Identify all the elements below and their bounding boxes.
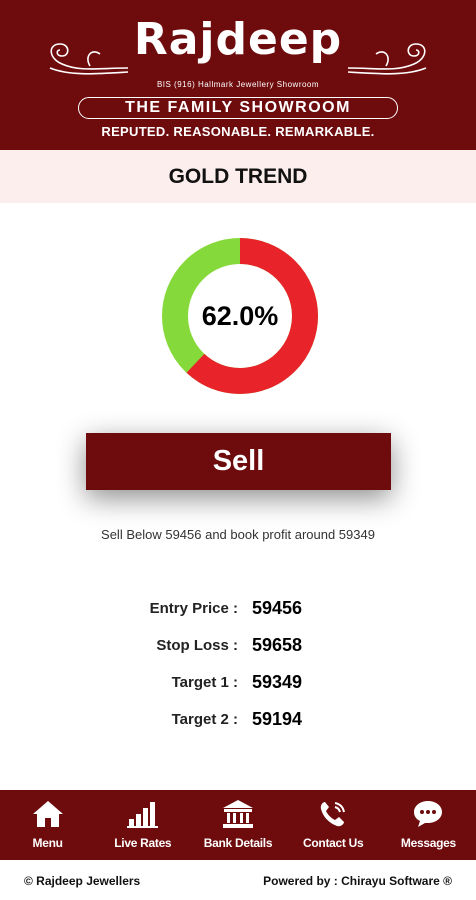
nav-item-live-rates[interactable]: Live Rates: [95, 790, 190, 860]
home-icon: [32, 801, 63, 827]
copyright-text: © Rajdeep Jewellers: [24, 874, 141, 888]
bis-hallmark-line: BIS (916) Hallmark Jewellery Showroom: [156, 80, 320, 89]
trade-advice-text: Sell Below 59456 and book profit around …: [101, 527, 375, 542]
level-label: Target 1 :: [171, 674, 238, 691]
level-row-target-1: Target 1 : 59349: [0, 670, 476, 707]
bar-chart-icon: [126, 802, 158, 828]
brand-logo-text: Rajdeep: [133, 14, 343, 65]
level-label: Entry Price :: [149, 600, 238, 617]
page-footer: © Rajdeep Jewellers Powered by : Chirayu…: [0, 860, 476, 900]
title-bar: GOLD TREND: [0, 150, 476, 203]
level-value: 59658: [252, 635, 303, 655]
powered-by-link[interactable]: Powered by : Chirayu Software ®: [263, 874, 452, 888]
trend-percent-label: 62.0%: [201, 301, 279, 331]
phone-icon: [321, 802, 346, 827]
nav-item-messages[interactable]: Messages: [381, 790, 476, 860]
nav-item-menu[interactable]: Menu: [0, 790, 95, 860]
brand-tagline: REPUTED. REASONABLE. REMARKABLE.: [101, 124, 375, 139]
level-row-target-2: Target 2 : 59194: [0, 707, 476, 744]
level-value: 59194: [252, 709, 303, 729]
family-showroom-badge: THE FAMILY SHOWROOM: [78, 97, 398, 119]
level-row-entry-price: Entry Price : 59456: [0, 596, 476, 633]
nav-item-contact-us[interactable]: Contact Us: [286, 790, 381, 860]
nav-label: Bank Details: [203, 836, 273, 850]
level-value: 59456: [252, 598, 303, 618]
chat-icon: [414, 801, 443, 827]
sell-signal-button[interactable]: Sell: [86, 433, 391, 490]
nav-item-bank-details[interactable]: Bank Details: [190, 790, 285, 860]
level-label: Target 2 :: [171, 711, 238, 728]
nav-label: Messages: [400, 836, 456, 850]
price-levels: Entry Price : 59456 Stop Loss : 59658 Ta…: [0, 596, 476, 744]
app-header: Rajdeep BIS (916) Hallmark Jewellery Sho…: [0, 0, 476, 150]
nav-label: Contact Us: [303, 836, 364, 850]
nav-label: Menu: [32, 836, 63, 850]
page-title: GOLD TREND: [168, 165, 308, 188]
level-label: Stop Loss :: [156, 637, 238, 654]
bottom-nav-bar: Menu Live Rates Bank Details Contact Us …: [0, 790, 476, 860]
level-value: 59349: [252, 672, 303, 692]
nav-label: Live Rates: [114, 836, 172, 850]
level-row-stop-loss: Stop Loss : 59658: [0, 633, 476, 670]
bank-icon: [223, 800, 253, 828]
